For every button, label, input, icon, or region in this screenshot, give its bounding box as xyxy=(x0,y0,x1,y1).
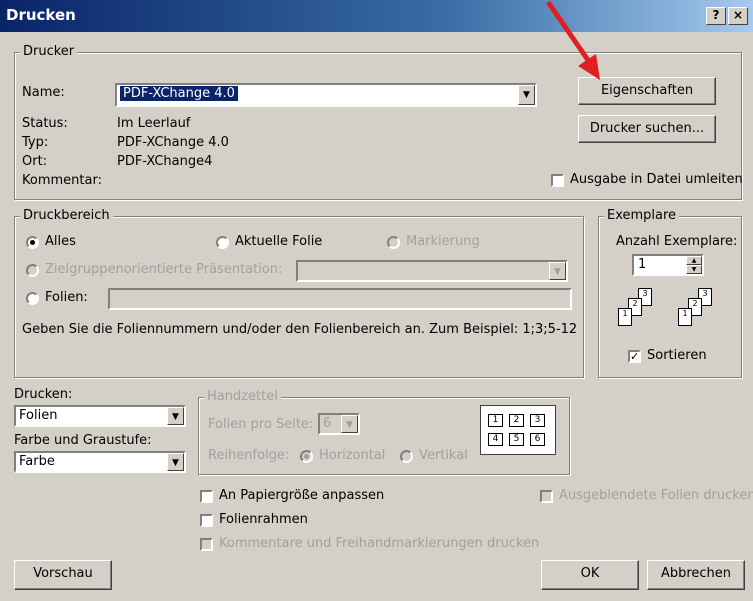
copies-group-label: Exemplare xyxy=(604,208,680,223)
collate-pages-icon: 3 2 1 xyxy=(670,286,726,336)
window-title: Drucken xyxy=(6,6,76,24)
hidden-slides-checkbox[interactable] xyxy=(540,490,553,503)
custom-show-radio[interactable] xyxy=(26,264,39,277)
printer-name-label: Name: xyxy=(22,85,65,100)
spin-up-icon[interactable]: ▲ xyxy=(686,256,702,265)
chevron-down-icon[interactable]: ▼ xyxy=(167,453,184,471)
slides-radio[interactable] xyxy=(26,292,39,305)
find-printer-button[interactable]: Drucker suchen... xyxy=(578,115,716,143)
scale-to-fit-checkbox[interactable] xyxy=(200,490,213,503)
printer-name-value: PDF-XChange 4.0 xyxy=(120,86,238,101)
preview-button[interactable]: Vorschau xyxy=(14,560,112,590)
handout-preview: 1 2 3 4 5 6 xyxy=(480,405,556,455)
color-label: Farbe und Graustufe: xyxy=(14,433,152,448)
per-page-label: Folien pro Seite: xyxy=(208,417,314,432)
red-arrow-icon xyxy=(545,0,600,80)
hidden-slides-label: Ausgeblendete Folien drucken xyxy=(559,488,753,503)
frame-slides-label: Folienrahmen xyxy=(219,512,308,527)
vertical-label: Vertikal xyxy=(419,448,468,463)
chevron-down-icon[interactable]: ▼ xyxy=(341,415,358,433)
help-button[interactable]: ? xyxy=(706,7,726,25)
slides-label: Folien: xyxy=(45,290,88,305)
collate-label: Sortieren xyxy=(647,348,707,363)
title-bar xyxy=(0,0,753,32)
comments-label: Kommentare und Freihandmarkierungen druc… xyxy=(219,536,540,551)
horizontal-radio[interactable] xyxy=(300,450,313,463)
scale-to-fit-label: An Papiergröße anpassen xyxy=(219,488,385,503)
slides-hint: Geben Sie die Foliennummern und/oder den… xyxy=(22,322,578,337)
type-label: Typ: xyxy=(22,135,49,150)
chevron-down-icon[interactable]: ▼ xyxy=(549,262,566,280)
spin-down-icon[interactable]: ▼ xyxy=(686,265,702,274)
handout-cell: 1 xyxy=(488,414,503,427)
status-label: Status: xyxy=(22,116,68,131)
close-button[interactable]: × xyxy=(728,7,748,25)
comments-checkbox[interactable] xyxy=(200,538,213,551)
print-what-label: Drucken: xyxy=(14,387,73,402)
type-value: PDF-XChange 4.0 xyxy=(117,135,229,150)
copies-count-value: 1 xyxy=(638,257,647,272)
order-label: Reihenfolge: xyxy=(208,448,290,463)
current-slide-label: Aktuelle Folie xyxy=(235,234,323,249)
ok-button[interactable]: OK xyxy=(541,560,639,590)
printer-name-select[interactable]: PDF-XChange 4.0 ▼ xyxy=(115,83,537,107)
radio-dot-icon xyxy=(30,240,35,245)
collate-checkbox[interactable]: ✓ xyxy=(628,350,641,363)
all-radio[interactable] xyxy=(26,236,39,249)
selection-label: Markierung xyxy=(406,234,480,249)
vertical-radio[interactable] xyxy=(400,450,413,463)
print-to-file-label: Ausgabe in Datei umleiten xyxy=(570,172,743,187)
collate-pages-icon: 3 2 1 xyxy=(610,286,666,336)
print-what-select[interactable]: Folien ▼ xyxy=(14,405,186,427)
location-label: Ort: xyxy=(22,154,48,169)
print-range-group-label: Druckbereich xyxy=(20,208,113,223)
cancel-button[interactable]: Abbrechen xyxy=(647,560,745,590)
copies-count-label: Anzahl Exemplare: xyxy=(616,234,738,249)
radio-dot-icon xyxy=(304,454,309,459)
comment-label: Kommentar: xyxy=(22,173,102,188)
printer-group-label: Drucker xyxy=(20,44,78,59)
handout-cell: 5 xyxy=(509,433,524,446)
custom-show-select[interactable]: ▼ xyxy=(296,260,568,282)
copies-count-spinner[interactable]: 1 ▲ ▼ xyxy=(632,254,704,276)
handout-cell: 3 xyxy=(530,414,545,427)
current-slide-radio[interactable] xyxy=(216,236,229,249)
frame-slides-checkbox[interactable] xyxy=(200,514,213,527)
handout-cell: 2 xyxy=(509,414,524,427)
selection-radio[interactable] xyxy=(387,236,400,249)
slides-input[interactable] xyxy=(108,288,572,310)
handouts-group-label: Handzettel xyxy=(204,389,281,404)
color-select[interactable]: Farbe ▼ xyxy=(14,451,186,473)
handout-cell: 6 xyxy=(530,433,545,446)
arrow-shaft xyxy=(545,0,595,68)
print-what-value: Folien xyxy=(19,408,58,423)
chevron-down-icon[interactable]: ▼ xyxy=(167,407,184,425)
all-label: Alles xyxy=(45,234,76,249)
per-page-select[interactable]: 6 ▼ xyxy=(318,413,360,435)
color-value: Farbe xyxy=(19,454,55,469)
print-to-file-checkbox[interactable] xyxy=(551,174,564,187)
page-icon: 1 xyxy=(618,308,632,326)
page-icon: 1 xyxy=(678,308,692,326)
per-page-value: 6 xyxy=(323,416,332,431)
handout-cell: 4 xyxy=(488,433,503,446)
status-value: Im Leerlauf xyxy=(117,116,191,131)
horizontal-label: Horizontal xyxy=(319,448,386,463)
custom-show-label: Zielgruppenorientierte Präsentation: xyxy=(45,262,283,277)
location-value: PDF-XChange4 xyxy=(117,154,213,169)
